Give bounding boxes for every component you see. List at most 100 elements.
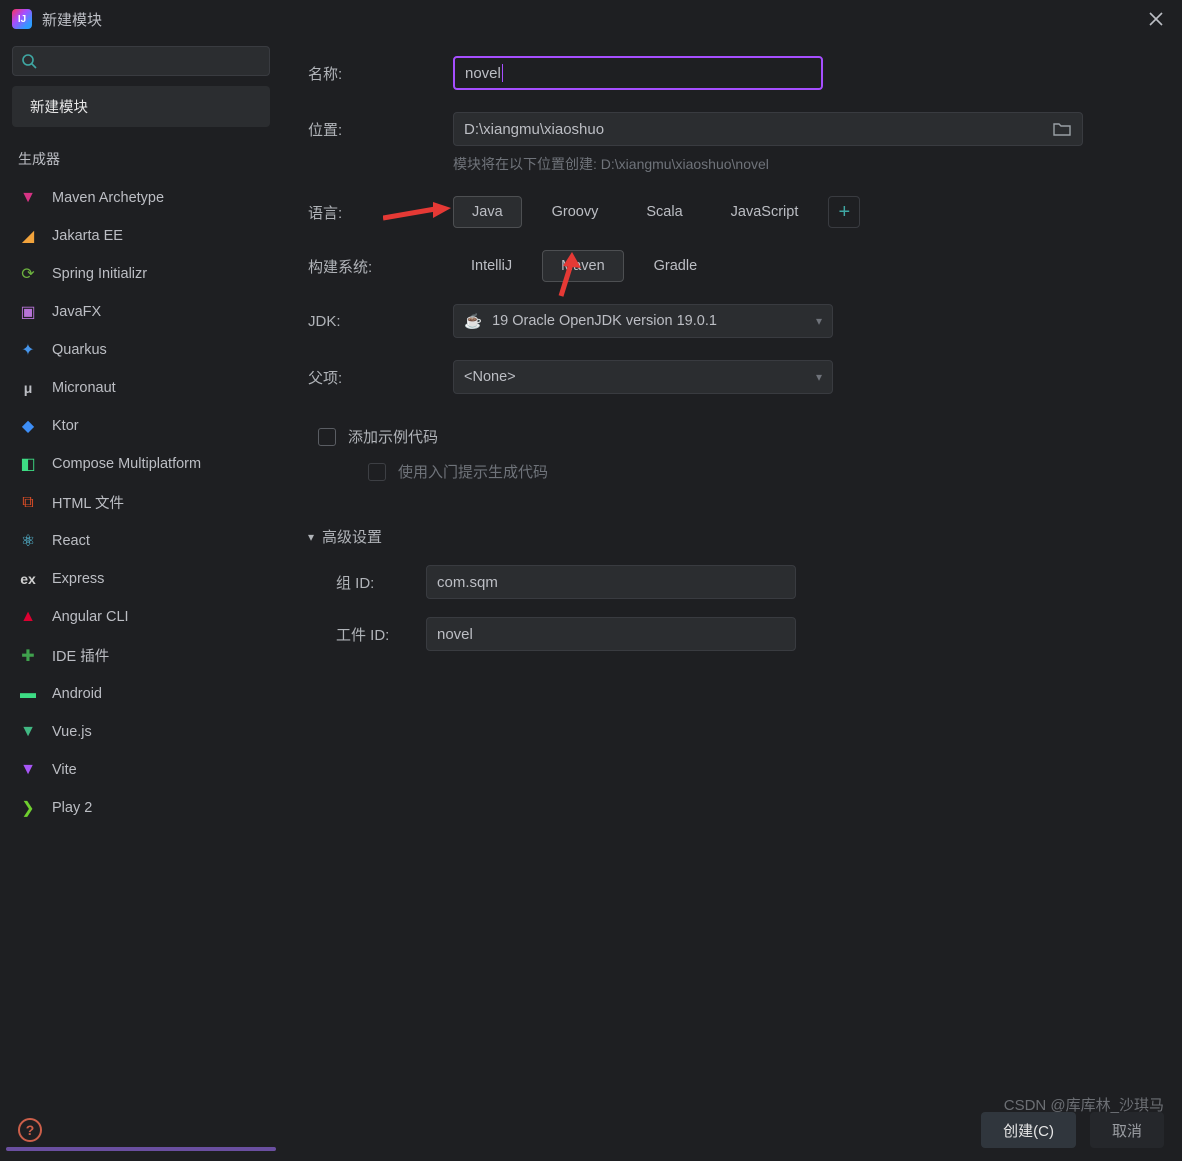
- row-group-id: 组 ID: com.sqm: [336, 565, 1156, 599]
- sidebar-item-micronaut[interactable]: μ Micronaut: [8, 369, 274, 407]
- window-title: 新建模块: [42, 9, 102, 30]
- sidebar-item-label: HTML 文件: [52, 492, 124, 513]
- sidebar-item-html-[interactable]: ⧉ HTML 文件: [8, 483, 274, 522]
- chevron-down-icon: ▾: [308, 530, 314, 544]
- parent-dropdown[interactable]: <None> ▾: [453, 360, 833, 394]
- sidebar-item-quarkus[interactable]: ✦Quarkus: [8, 331, 274, 369]
- sidebar-item-label: Express: [52, 571, 104, 587]
- sidebar-item-vite[interactable]: ▼ Vite: [8, 751, 274, 789]
- folder-icon[interactable]: [1052, 119, 1072, 139]
- sidebar-item-android[interactable]: ▬Android: [8, 675, 274, 713]
- sidebar-item-vue-js[interactable]: ▼Vue.js: [8, 713, 274, 751]
- sidebar-items: ▼Maven Archetype ◢ Jakarta EE ⟳Spring Initi…: [8, 179, 274, 827]
- search-icon: [21, 53, 37, 69]
- help-button[interactable]: ?: [18, 1118, 42, 1142]
- sidebar-item-label: IDE 插件: [52, 645, 109, 666]
- content-panel: 名称: novel 位置: D:\xiangmu\xiaoshuo 模块将在以下…: [282, 38, 1182, 1099]
- sidebar-item-new-module[interactable]: 新建模块: [12, 86, 270, 127]
- sidebar-scrollbar[interactable]: [6, 1147, 276, 1151]
- plus-icon: +: [839, 201, 851, 224]
- add-sample-label: 添加示例代码: [348, 426, 438, 447]
- language-option-groovy[interactable]: Groovy: [534, 196, 617, 228]
- sidebar-item-label: Angular CLI: [52, 609, 129, 625]
- close-icon: [1149, 12, 1163, 26]
- generator-icon: ⚛: [18, 531, 38, 551]
- watermark: CSDN @库库林_沙琪马: [1004, 1094, 1164, 1115]
- sidebar-item-label: Vue.js: [52, 724, 92, 740]
- jdk-dropdown[interactable]: ☕ 19 Oracle OpenJDK version 19.0.1 ▾: [453, 304, 833, 338]
- sidebar-item-jakarta-ee[interactable]: ◢ Jakarta EE: [8, 217, 274, 255]
- name-label: 名称:: [308, 63, 453, 84]
- sidebar-group-header: 生成器: [8, 145, 274, 179]
- sidebar-item-angular-cli[interactable]: ▲ Angular CLI: [8, 598, 274, 636]
- location-hint: 模块将在以下位置创建: D:\xiangmu\xiaoshuo\novel: [453, 154, 1156, 174]
- artifact-id-value: novel: [437, 626, 473, 643]
- build-option-maven[interactable]: Maven: [542, 250, 624, 282]
- sidebar-item-ide-[interactable]: ✚ IDE 插件: [8, 636, 274, 675]
- group-id-value: com.sqm: [437, 574, 498, 591]
- location-label: 位置:: [308, 119, 453, 140]
- checkbox-icon: [318, 428, 336, 446]
- location-value: D:\xiangmu\xiaoshuo: [464, 121, 604, 138]
- sidebar-item-label: Jakarta EE: [52, 228, 123, 244]
- cancel-button[interactable]: 取消: [1090, 1112, 1164, 1148]
- build-option-intellij[interactable]: IntelliJ: [453, 250, 530, 282]
- add-language-button[interactable]: +: [828, 196, 860, 228]
- main-area: 新建模块 生成器 ▼Maven Archetype ◢ Jakarta EE ⟳Spr…: [0, 38, 1182, 1099]
- checkbox-use-hints: 使用入门提示生成代码: [368, 461, 1156, 482]
- artifact-id-label: 工件 ID:: [336, 624, 426, 645]
- generator-icon: ex: [18, 569, 38, 589]
- group-id-input[interactable]: com.sqm: [426, 565, 796, 599]
- sidebar-item-maven-archetype[interactable]: ▼Maven Archetype: [8, 179, 274, 217]
- row-name: 名称: novel: [308, 56, 1156, 90]
- group-id-label: 组 ID:: [336, 572, 426, 593]
- build-buttons: IntelliJ Maven Gradle: [453, 250, 715, 282]
- sidebar-item-label: React: [52, 533, 90, 549]
- row-jdk: JDK: ☕ 19 Oracle OpenJDK version 19.0.1 …: [308, 304, 1156, 338]
- sidebar-item-javafx[interactable]: ▣JavaFX: [8, 293, 274, 331]
- sidebar: 新建模块 生成器 ▼Maven Archetype ◢ Jakarta EE ⟳Spr…: [0, 38, 282, 1099]
- location-input[interactable]: D:\xiangmu\xiaoshuo: [453, 112, 1083, 146]
- use-hint-label: 使用入门提示生成代码: [398, 461, 548, 482]
- close-button[interactable]: [1142, 5, 1170, 33]
- generator-icon: ◢: [18, 226, 38, 246]
- java-icon: ☕: [464, 313, 482, 330]
- generator-icon: ▲: [18, 607, 38, 627]
- sidebar-item-ktor[interactable]: ◆Ktor: [8, 407, 274, 445]
- build-label: 构建系统:: [308, 256, 453, 277]
- generator-icon: ✦: [18, 340, 38, 360]
- build-option-gradle[interactable]: Gradle: [636, 250, 716, 282]
- generator-icon: ⟳: [18, 264, 38, 284]
- jdk-label: JDK:: [308, 313, 453, 330]
- generator-icon: ◧: [18, 454, 38, 474]
- create-button[interactable]: 创建(C): [981, 1112, 1076, 1148]
- generator-icon: ▼: [18, 760, 38, 780]
- name-input[interactable]: novel: [453, 56, 823, 90]
- language-option-java[interactable]: Java: [453, 196, 522, 228]
- sidebar-item-label: Vite: [52, 762, 77, 778]
- advanced-toggle[interactable]: ▾ 高级设置: [308, 526, 1156, 547]
- generator-icon: ⧉: [18, 493, 38, 513]
- sidebar-item-compose-multiplatform[interactable]: ◧Compose Multiplatform: [8, 445, 274, 483]
- sidebar-item-spring-initializr[interactable]: ⟳Spring Initializr: [8, 255, 274, 293]
- checkbox-add-sample[interactable]: 添加示例代码: [318, 426, 1156, 447]
- help-icon: ?: [26, 1122, 35, 1138]
- sidebar-item-play-2[interactable]: ❯Play 2: [8, 789, 274, 827]
- sidebar-item-label: Micronaut: [52, 380, 116, 396]
- artifact-id-input[interactable]: novel: [426, 617, 796, 651]
- generator-icon: μ: [18, 378, 38, 398]
- parent-label: 父项:: [308, 367, 453, 388]
- sidebar-item-react[interactable]: ⚛ React: [8, 522, 274, 560]
- generator-icon: ✚: [18, 646, 38, 666]
- search-input[interactable]: [12, 46, 270, 76]
- language-label: 语言:: [308, 202, 453, 223]
- row-artifact-id: 工件 ID: novel: [336, 617, 1156, 651]
- language-option-scala[interactable]: Scala: [628, 196, 700, 228]
- language-option-javascript[interactable]: JavaScript: [713, 196, 817, 228]
- sidebar-item-express[interactable]: ex Express: [8, 560, 274, 598]
- row-language: 语言: Java Groovy Scala JavaScript +: [308, 196, 1156, 228]
- sidebar-item-label: Play 2: [52, 800, 92, 816]
- checkbox-icon: [368, 463, 386, 481]
- sidebar-item-label: Android: [52, 686, 102, 702]
- app-icon: IJ: [12, 9, 32, 29]
